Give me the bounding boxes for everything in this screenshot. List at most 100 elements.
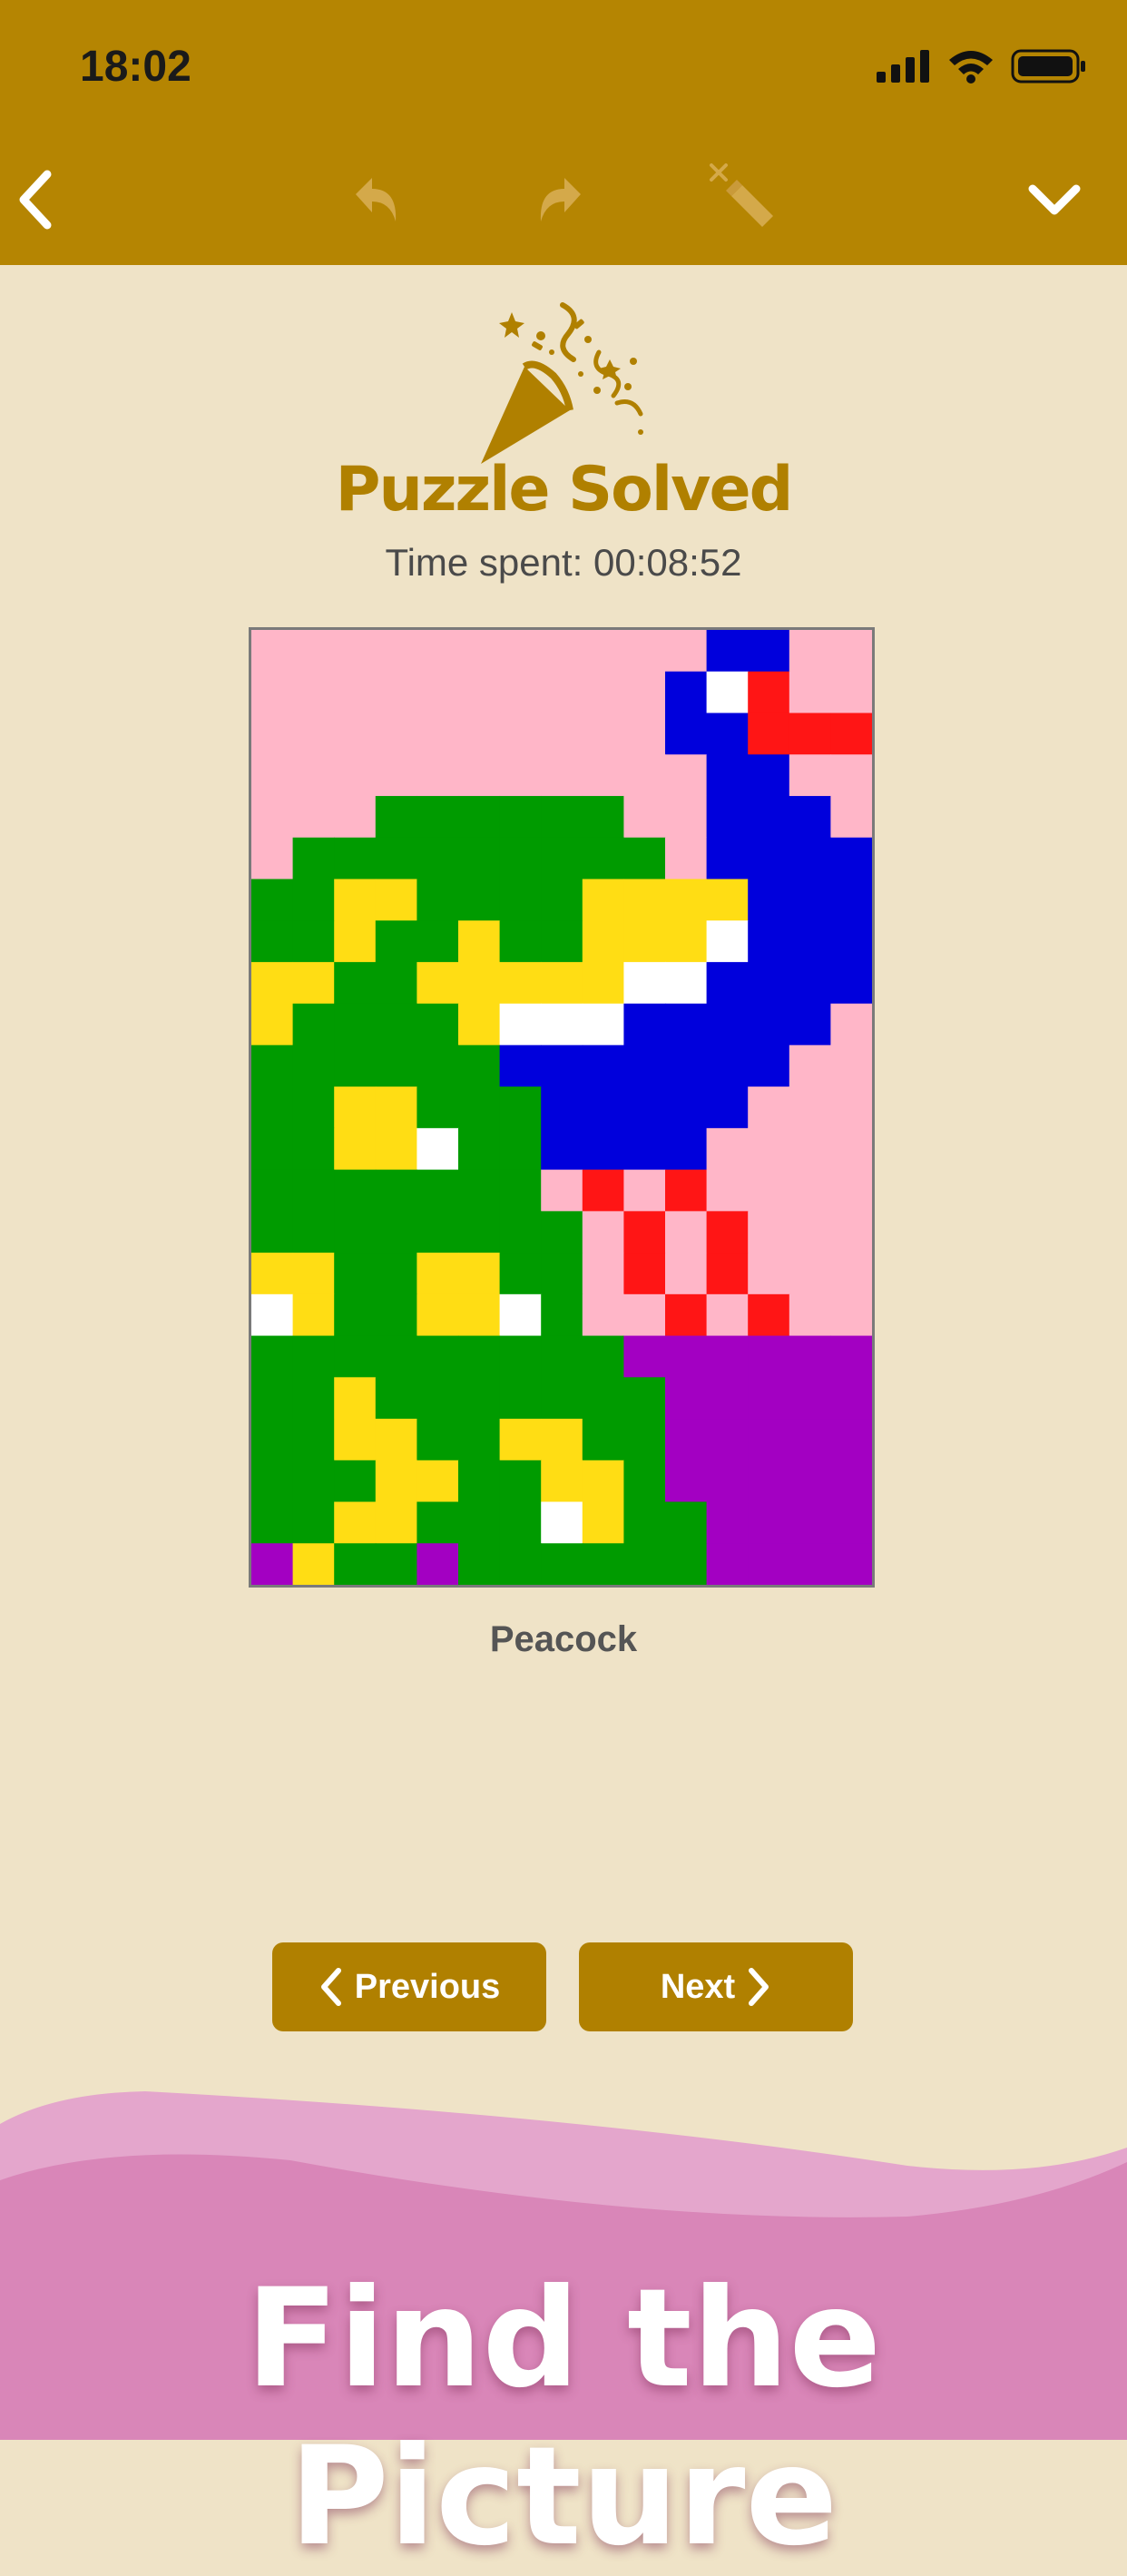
picture-cell [251,920,294,963]
picture-cell [251,1293,294,1337]
picture-cell [292,713,335,755]
picture-cell [789,961,831,1005]
picture-cell [458,1003,501,1046]
picture-cell [789,1460,831,1503]
picture-cell [706,1377,749,1420]
next-button[interactable]: Next [579,1942,853,2031]
picture-cell [416,1003,459,1046]
picture-cell [665,1253,708,1295]
picture-cell [416,1169,459,1212]
picture-cell [830,1003,872,1046]
picture-cell [416,1335,459,1378]
picture-cell [334,1086,377,1129]
picture-cell [375,920,417,963]
picture-cell [706,1335,749,1378]
back-icon[interactable] [0,163,73,236]
picture-cell [582,671,624,714]
time-spent: Time spent: 00:08:52 [385,541,742,584]
picture-cell [665,837,708,880]
picture-cell [416,1086,459,1129]
picture-cell [416,1543,459,1585]
picture-cell [789,1335,831,1378]
wifi-icon [947,49,995,88]
picture-cell [830,1460,872,1503]
picture-cell [251,837,294,880]
picture-cell [582,1045,624,1087]
picture-cell [416,1211,459,1254]
redo-icon[interactable] [526,163,599,236]
picture-cell [748,713,790,755]
picture-cell [375,754,417,797]
picture-cell [292,1045,335,1087]
picture-cell [499,1253,542,1295]
picture-cell [541,1253,583,1295]
undo-icon[interactable] [338,163,410,236]
picture-cell [499,1543,542,1585]
clear-icon[interactable] [708,163,780,236]
picture-cell [830,1169,872,1212]
picture-cell [665,961,708,1005]
picture-cell [748,671,790,714]
picture-cell [458,837,501,880]
picture-cell [334,1003,377,1046]
picture-cell [375,1086,417,1129]
picture-cell [375,837,417,880]
picture-cell [499,879,542,921]
picture-cell [499,1169,542,1212]
picture-cell [416,1419,459,1461]
picture-cell [623,1253,666,1295]
picture-cell [375,1169,417,1212]
picture-cell [623,1127,666,1171]
picture-cell [292,1169,335,1212]
picture-cell [623,961,666,1005]
picture-cell [251,754,294,797]
picture-cell [375,1127,417,1171]
picture-cell [706,1169,749,1212]
picture-cell [541,1211,583,1254]
picture-cell [748,879,790,921]
picture-cell [623,671,666,714]
picture-cell [623,879,666,921]
solved-picture [249,627,875,1588]
picture-cell [292,1460,335,1503]
picture-cell [789,754,831,797]
banner-title: Find the Picture [245,2260,882,2576]
picture-cell [416,920,459,963]
picture-cell [748,630,790,673]
picture-cell [789,1045,831,1087]
picture-cell [789,1127,831,1171]
picture-cell [623,630,666,673]
collapse-icon[interactable] [1018,163,1091,236]
picture-cell [830,1293,872,1337]
picture-cell [499,1003,542,1046]
picture-cell [499,1045,542,1087]
previous-button[interactable]: Previous [272,1942,546,2031]
picture-cell [541,879,583,921]
picture-grid [251,630,872,1585]
picture-cell [334,1419,377,1461]
picture-cell [458,1501,501,1544]
picture-cell [665,1045,708,1087]
picture-cell [416,713,459,755]
picture-cell [830,837,872,880]
picture-cell [458,1460,501,1503]
picture-cell [458,1169,501,1212]
picture-cell [748,920,790,963]
picture-cell [748,1501,790,1544]
picture-cell [623,1543,666,1585]
picture-cell [499,671,542,714]
picture-cell [623,920,666,963]
picture-cell [748,1003,790,1046]
picture-cell [748,1169,790,1212]
picture-cell [830,671,872,714]
picture-cell [789,1501,831,1544]
picture-cell [375,1460,417,1503]
picture-cell [665,1003,708,1046]
picture-cell [375,630,417,673]
picture-cell [292,879,335,921]
picture-cell [748,837,790,880]
picture-cell [830,920,872,963]
picture-cell [665,1086,708,1129]
picture-cell [623,1335,666,1378]
picture-cell [458,795,501,839]
